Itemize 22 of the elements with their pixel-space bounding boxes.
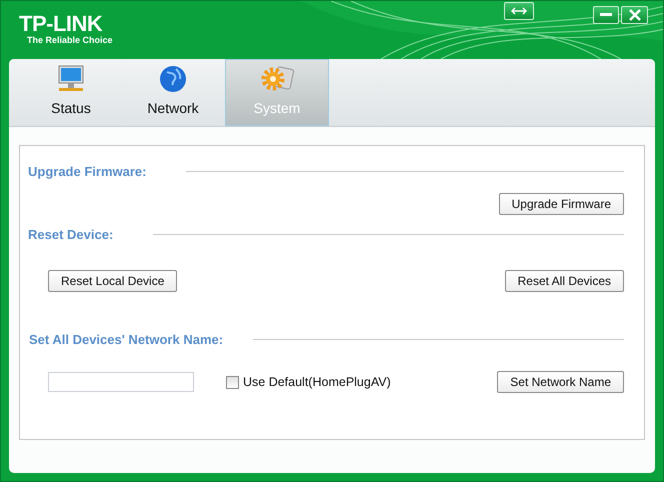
section-heading: Reset Device: (28, 227, 114, 242)
monitor-icon (56, 64, 86, 94)
checkbox-label: Use Default(HomePlugAV) (243, 375, 391, 389)
close-button[interactable] (621, 6, 648, 24)
network-name-field[interactable] (48, 372, 194, 392)
tab[interactable]: Status (21, 59, 121, 126)
resize-button[interactable] (504, 2, 534, 20)
logo-text: TP-LINK (19, 13, 104, 35)
tab[interactable]: Network (123, 59, 223, 126)
minimize-button[interactable] (593, 6, 619, 24)
upgrade-firmware-button[interactable]: Upgrade Firmware (498, 193, 624, 215)
tagline: The Reliable Choice (27, 35, 113, 45)
section-heading: Upgrade Firmware: (28, 164, 146, 179)
globe-icon (158, 64, 188, 94)
reset-all-devices-button[interactable]: Reset All Devices (504, 270, 624, 292)
set-network-name-button[interactable]: Set Network Name (497, 371, 624, 393)
double-arrow-icon (511, 7, 527, 15)
section-heading: Set All Devices' Network Name: (29, 332, 224, 347)
close-icon (628, 9, 640, 21)
reset-local-device-button[interactable]: Reset Local Device (48, 270, 178, 292)
minimize-icon (600, 13, 612, 17)
checkbox[interactable] (226, 376, 239, 388)
